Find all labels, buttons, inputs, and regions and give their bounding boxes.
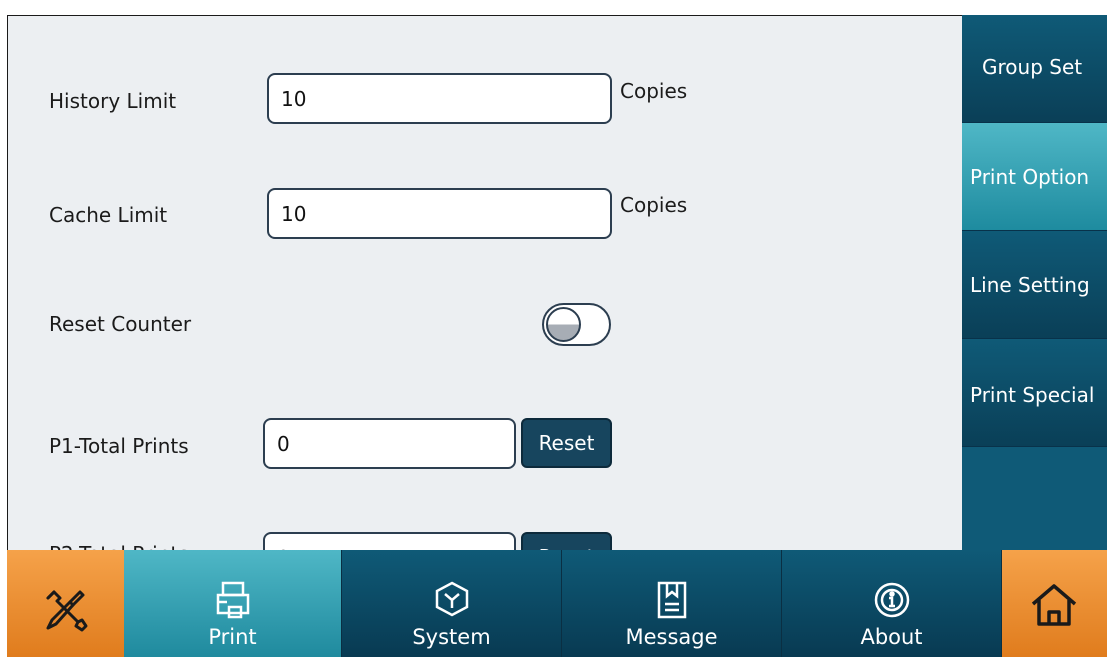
info-icon <box>874 582 909 618</box>
history-limit-input[interactable]: 10 <box>267 73 612 124</box>
p1-reset-button[interactable]: Reset <box>521 418 612 468</box>
document-icon <box>657 581 686 619</box>
tab-message[interactable]: Message <box>562 550 782 657</box>
tab-print[interactable]: Print <box>124 550 342 657</box>
side-menu: Group Set Print Option Line Setting Prin… <box>962 15 1107 550</box>
side-item-print-special[interactable]: Print Special <box>962 339 1107 447</box>
toggle-knob <box>546 307 581 342</box>
cube-icon <box>435 581 468 617</box>
p2-total-prints-label: P2-Total Prints <box>49 542 189 550</box>
reset-counter-toggle[interactable] <box>542 303 611 346</box>
p2-reset-button[interactable]: Reset <box>521 532 612 550</box>
screen: History Limit 10 Copies Cache Limit 10 C… <box>7 15 1107 657</box>
side-item-group-set[interactable]: Group Set <box>962 15 1107 123</box>
tab-system-label: System <box>412 625 491 649</box>
p1-total-prints-input[interactable]: 0 <box>263 418 516 469</box>
history-limit-label: History Limit <box>49 89 177 113</box>
tools-button[interactable] <box>7 550 124 657</box>
tab-system[interactable]: System <box>342 550 562 657</box>
printer-icon <box>216 581 249 619</box>
home-button[interactable] <box>1002 550 1107 657</box>
side-item-line-setting[interactable]: Line Setting <box>962 231 1107 339</box>
tab-message-label: Message <box>625 625 718 649</box>
wrench-screwdriver-icon <box>46 590 88 632</box>
cache-limit-unit: Copies <box>620 193 688 217</box>
tab-about[interactable]: About <box>782 550 1002 657</box>
print-option-panel: History Limit 10 Copies Cache Limit 10 C… <box>7 15 962 550</box>
home-icon <box>1031 584 1077 626</box>
p1-total-prints-label: P1-Total Prints <box>49 434 189 458</box>
cache-limit-label: Cache Limit <box>49 203 168 227</box>
tab-print-label: Print <box>208 625 257 649</box>
history-limit-unit: Copies <box>620 79 688 103</box>
tab-about-label: About <box>860 625 923 649</box>
reset-counter-label: Reset Counter <box>49 312 192 336</box>
bottom-nav: Print System Message About <box>7 550 1107 657</box>
p2-total-prints-input[interactable]: 0 <box>263 532 516 550</box>
side-item-print-option[interactable]: Print Option <box>962 123 1107 231</box>
cache-limit-input[interactable]: 10 <box>267 188 612 239</box>
